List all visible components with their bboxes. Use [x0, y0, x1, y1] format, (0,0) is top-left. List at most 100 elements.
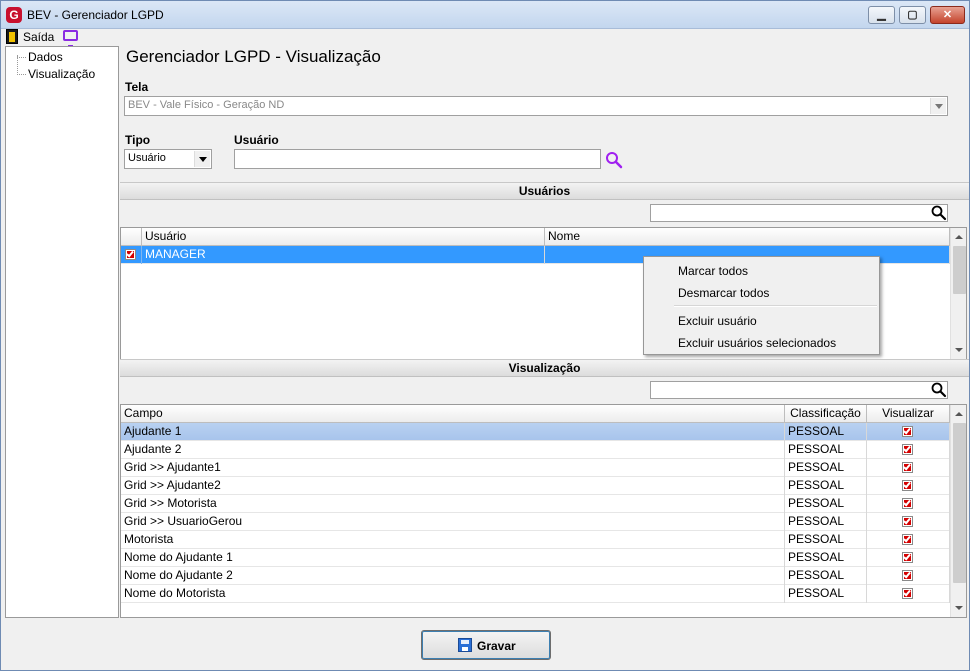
tela-select-value: BEV - Vale Físico - Geração ND [128, 99, 285, 111]
save-button-label: Gravar [477, 639, 516, 653]
scroll-down-icon[interactable] [951, 342, 966, 358]
search-icon[interactable] [931, 205, 947, 221]
table-row[interactable]: Grid >> Ajudante2 PESSOAL [121, 477, 950, 495]
minimize-button[interactable]: ▁ [868, 6, 895, 24]
visualizacao-section-header: Visualização [120, 359, 969, 377]
table-row[interactable]: Nome do Ajudante 2 PESSOAL [121, 567, 950, 585]
visualizar-cell[interactable] [867, 459, 950, 477]
floppy-disk-icon [458, 638, 472, 652]
navigation-tree: Dados Visualização [5, 46, 119, 618]
visualizar-cell[interactable] [867, 567, 950, 585]
classificacao-cell: PESSOAL [785, 477, 867, 495]
maximize-button[interactable]: ▢ [899, 6, 926, 24]
classificacao-cell: PESSOAL [785, 513, 867, 531]
column-header-campo[interactable]: Campo [121, 405, 785, 423]
menu-separator [674, 305, 877, 307]
visualizar-checkbox[interactable] [902, 462, 913, 473]
tree-connector [17, 57, 26, 58]
title-bar[interactable]: G BEV - Gerenciador LGPD ▁ ▢ ✕ [1, 1, 969, 29]
table-row[interactable]: Ajudante 1 PESSOAL [121, 423, 950, 441]
visualizacao-grid: Campo Classificação Visualizar Ajudante … [120, 404, 967, 618]
classificacao-cell: PESSOAL [785, 423, 867, 441]
usuarios-search-input[interactable] [650, 204, 948, 222]
campo-cell: Grid >> Ajudante2 [121, 477, 785, 495]
visualizar-checkbox[interactable] [902, 498, 913, 509]
visualizacao-scrollbar[interactable] [950, 405, 966, 617]
menu-bar: Saída [1, 29, 969, 47]
visualizar-checkbox[interactable] [902, 570, 913, 581]
visualizar-cell[interactable] [867, 585, 950, 603]
chevron-down-icon[interactable] [194, 151, 210, 167]
visualizar-checkbox[interactable] [902, 444, 913, 455]
scroll-up-icon[interactable] [951, 406, 966, 422]
exit-door-icon[interactable] [6, 29, 18, 44]
visualizar-checkbox[interactable] [902, 534, 913, 545]
visualizacao-search-input[interactable] [650, 381, 948, 399]
usuarios-scrollbar[interactable] [950, 228, 966, 359]
table-row[interactable]: Nome do Ajudante 1 PESSOAL [121, 549, 950, 567]
visualizar-checkbox[interactable] [902, 516, 913, 527]
campo-cell: Nome do Ajudante 1 [121, 549, 785, 567]
usuario-cell: MANAGER [142, 246, 545, 264]
search-icon[interactable] [931, 382, 947, 398]
table-row[interactable]: Nome do Motorista PESSOAL [121, 585, 950, 603]
classificacao-cell: PESSOAL [785, 567, 867, 585]
minimize-icon: ▁ [877, 9, 886, 21]
tipo-select-value: Usuário [128, 152, 166, 164]
tree-item-visualizacao[interactable]: Visualização [28, 67, 95, 81]
visualizar-cell[interactable] [867, 513, 950, 531]
scrollbar-thumb[interactable] [953, 423, 966, 583]
campo-cell: Ajudante 2 [121, 441, 785, 459]
tipo-select[interactable]: Usuário [124, 149, 212, 169]
app-logo-icon: G [6, 7, 22, 23]
visualizar-cell[interactable] [867, 549, 950, 567]
classificacao-cell: PESSOAL [785, 495, 867, 513]
table-row[interactable]: Ajudante 2 PESSOAL [121, 441, 950, 459]
visualizar-checkbox[interactable] [902, 426, 913, 437]
table-row[interactable]: Grid >> UsuarioGerou PESSOAL [121, 513, 950, 531]
scroll-down-icon[interactable] [951, 600, 966, 616]
menu-item-marcar-todos[interactable]: Marcar todos [678, 264, 748, 278]
visualizar-checkbox[interactable] [902, 552, 913, 563]
main-window: G BEV - Gerenciador LGPD ▁ ▢ ✕ Saída Dad… [0, 0, 970, 671]
row-checkbox[interactable] [125, 249, 136, 260]
checkbox-column-header[interactable] [121, 228, 142, 246]
scrollbar-thumb[interactable] [953, 246, 966, 294]
tree-connector [17, 55, 18, 75]
visualizar-checkbox[interactable] [902, 588, 913, 599]
save-button[interactable]: Gravar [421, 630, 551, 660]
exit-menu-item[interactable]: Saída [23, 30, 54, 44]
table-row[interactable]: Grid >> Ajudante1 PESSOAL [121, 459, 950, 477]
window-title: BEV - Gerenciador LGPD [27, 8, 164, 22]
column-header-classificacao[interactable]: Classificação [785, 405, 867, 423]
tree-connector [17, 74, 26, 75]
menu-item-excluir-selecionados[interactable]: Excluir usuários selecionados [678, 336, 836, 350]
column-header-nome[interactable]: Nome [545, 228, 950, 246]
visualizar-cell[interactable] [867, 531, 950, 549]
menu-item-excluir-usuario[interactable]: Excluir usuário [678, 314, 757, 328]
visualizar-cell[interactable] [867, 441, 950, 459]
row-checkbox-cell[interactable] [121, 246, 142, 264]
monitor-icon[interactable] [63, 30, 78, 47]
visualizar-cell[interactable] [867, 495, 950, 513]
tree-item-dados[interactable]: Dados [28, 50, 63, 64]
visualizar-checkbox[interactable] [902, 480, 913, 491]
table-row[interactable]: Motorista PESSOAL [121, 531, 950, 549]
usuario-input[interactable] [234, 149, 601, 169]
campo-cell: Motorista [121, 531, 785, 549]
menu-item-desmarcar-todos[interactable]: Desmarcar todos [678, 286, 769, 300]
chevron-down-icon[interactable] [930, 98, 946, 114]
scroll-up-icon[interactable] [951, 229, 966, 245]
column-header-visualizar[interactable]: Visualizar [867, 405, 950, 423]
search-icon[interactable] [605, 151, 623, 169]
column-header-usuario[interactable]: Usuário [142, 228, 545, 246]
visualizar-cell[interactable] [867, 423, 950, 441]
table-row[interactable]: Grid >> Motorista PESSOAL [121, 495, 950, 513]
tela-select[interactable]: BEV - Vale Físico - Geração ND [124, 96, 948, 116]
classificacao-cell: PESSOAL [785, 585, 867, 603]
close-button[interactable]: ✕ [930, 6, 965, 24]
classificacao-cell: PESSOAL [785, 549, 867, 567]
campo-cell: Grid >> Ajudante1 [121, 459, 785, 477]
tipo-label: Tipo [125, 133, 151, 147]
visualizar-cell[interactable] [867, 477, 950, 495]
